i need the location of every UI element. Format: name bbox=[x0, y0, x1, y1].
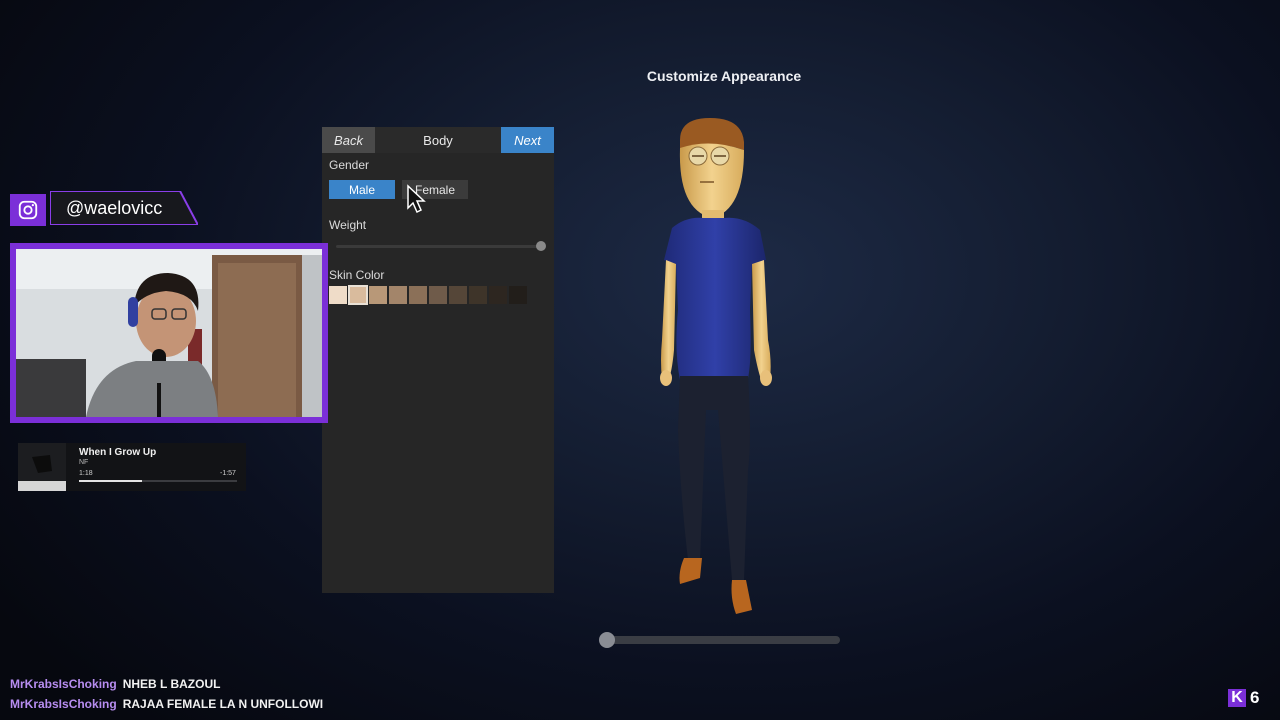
skin-color-swatch[interactable] bbox=[489, 286, 507, 304]
page-title: Customize Appearance bbox=[646, 68, 802, 84]
character-avatar[interactable] bbox=[640, 110, 810, 630]
skin-color-swatch[interactable] bbox=[409, 286, 427, 304]
skin-color-swatch[interactable] bbox=[369, 286, 387, 304]
now-playing-widget: When I Grow Up NF 1:18 -1:57 bbox=[18, 443, 246, 491]
skin-color-swatch[interactable] bbox=[469, 286, 487, 304]
skin-color-swatch[interactable] bbox=[329, 286, 347, 304]
mouse-cursor-icon bbox=[407, 184, 426, 214]
elapsed-time: 1:18 bbox=[79, 470, 93, 477]
skin-color-swatches bbox=[329, 285, 527, 305]
chat-text: NHEB L BAZOUL bbox=[122, 677, 221, 691]
weight-slider-thumb[interactable] bbox=[536, 241, 546, 251]
panel-title: Body bbox=[375, 127, 501, 153]
instagram-icon bbox=[10, 194, 46, 226]
skin-color-swatch[interactable] bbox=[348, 285, 368, 305]
skin-color-swatch[interactable] bbox=[389, 286, 407, 304]
gender-label: Gender bbox=[329, 158, 370, 172]
album-art bbox=[18, 443, 66, 491]
remaining-time: -1:57 bbox=[220, 470, 236, 477]
chat-username: MrKrabsIsChoking bbox=[10, 677, 117, 691]
rotation-slider[interactable] bbox=[599, 632, 840, 648]
webcam-feed bbox=[16, 249, 322, 417]
panel-header: Back Body Next bbox=[322, 127, 554, 153]
viewer-count: 6 bbox=[1250, 688, 1260, 707]
skin-color-swatch[interactable] bbox=[509, 286, 527, 304]
kick-logo-icon: K bbox=[1228, 689, 1246, 707]
chat-username: MrKrabsIsChoking bbox=[10, 697, 117, 711]
song-progress-fill bbox=[79, 480, 143, 482]
skin-color-label: Skin Color bbox=[329, 268, 385, 282]
rotation-slider-thumb[interactable] bbox=[599, 632, 616, 648]
weight-label: Weight bbox=[329, 218, 367, 232]
song-artist: NF bbox=[79, 459, 89, 466]
song-progress-bar bbox=[79, 480, 237, 482]
weight-slider[interactable] bbox=[336, 241, 546, 251]
back-button[interactable]: Back bbox=[322, 127, 375, 153]
body-customization-panel: Back Body Next Gender Male Female Weight… bbox=[322, 127, 554, 593]
gender-male-option[interactable]: Male bbox=[329, 180, 395, 199]
chat-message: MrKrabsIsChoking RAJAA FEMALE LA N UNFOLL… bbox=[10, 697, 323, 711]
instagram-handle: @waelovicc bbox=[66, 198, 163, 218]
chat-message: MrKrabsIsChoking NHEB L BAZOUL bbox=[10, 677, 220, 691]
skin-color-swatch[interactable] bbox=[449, 286, 467, 304]
skin-color-swatch[interactable] bbox=[429, 286, 447, 304]
next-button[interactable]: Next bbox=[501, 127, 554, 153]
webcam-overlay bbox=[10, 243, 328, 423]
chat-text: RAJAA FEMALE LA N UNFOLLOWI bbox=[122, 697, 324, 711]
viewer-counter: K 6 bbox=[1228, 688, 1259, 708]
song-title: When I Grow Up bbox=[79, 447, 157, 458]
